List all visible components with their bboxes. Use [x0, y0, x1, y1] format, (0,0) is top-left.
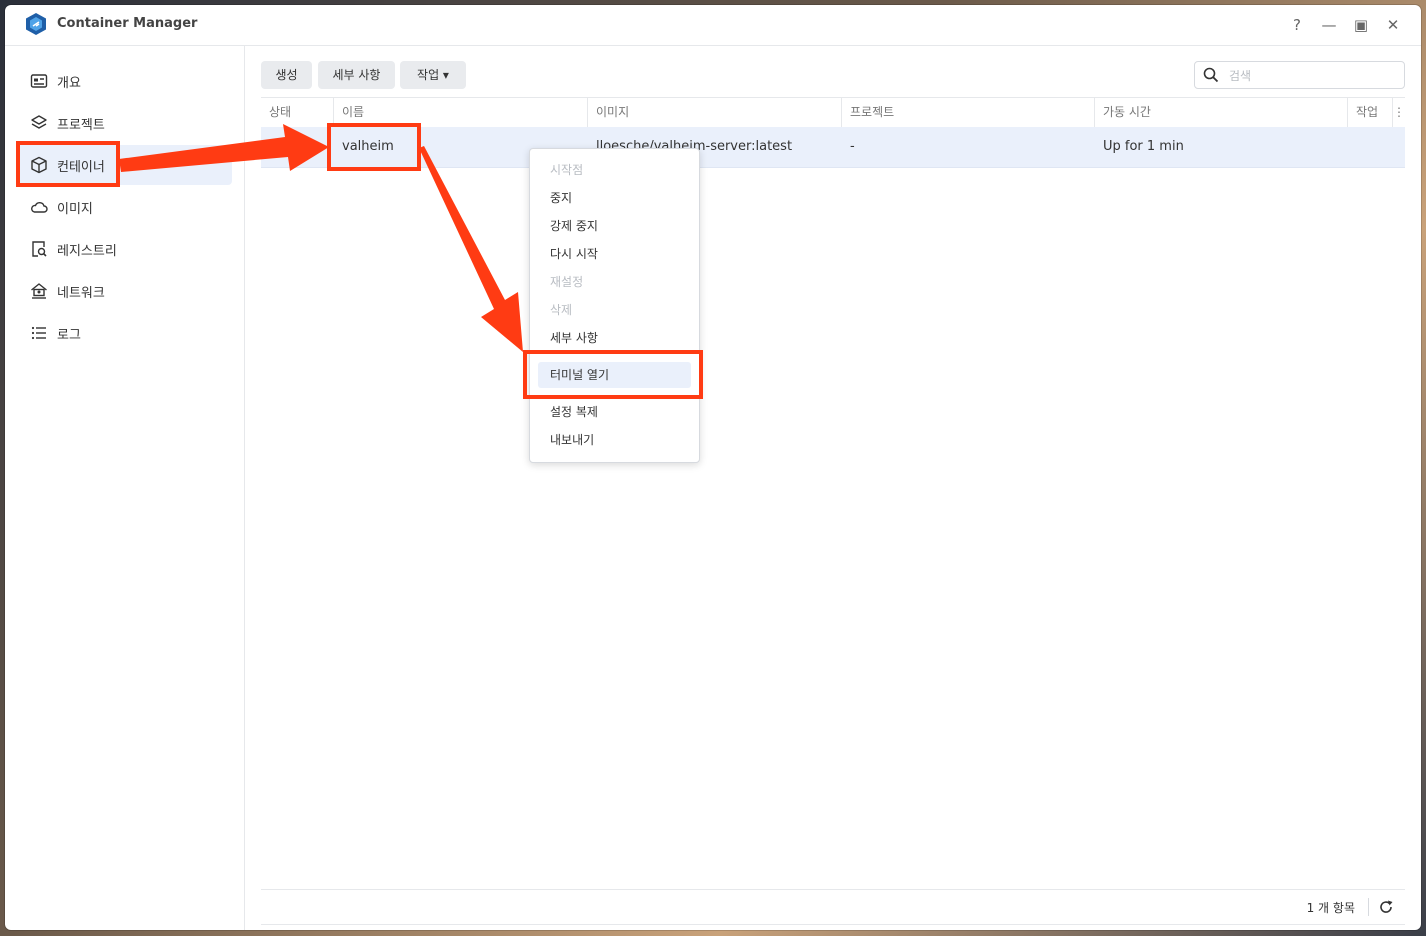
cloud-icon: [31, 202, 48, 213]
column-header-uptime[interactable]: 가동 시간: [1095, 98, 1348, 127]
sidebar-item-label: 이미지: [57, 202, 93, 217]
create-button[interactable]: 생성: [261, 61, 312, 89]
column-header-action[interactable]: 작업: [1348, 98, 1393, 127]
list-icon: [31, 326, 46, 340]
app-window: Container Manager ? — ▣ ✕ 개요 프로젝트 컨테이너 이…: [5, 5, 1421, 930]
item-count: 1 개 항목: [1306, 901, 1355, 915]
maximize-button[interactable]: ▣: [1350, 14, 1372, 36]
help-button[interactable]: ?: [1286, 14, 1308, 36]
search-input[interactable]: [1227, 66, 1401, 86]
sidebar-item-label: 로그: [57, 328, 81, 343]
table-header: 상태 이름 이미지 프로젝트 가동 시간 작업 ⋮: [261, 97, 1405, 128]
menu-item-export[interactable]: 내보내기: [538, 427, 691, 453]
menu-item-open-terminal[interactable]: 터미널 열기: [538, 362, 691, 388]
sidebar-item-registry[interactable]: 레지스트리: [17, 229, 232, 269]
column-header-name[interactable]: 이름: [334, 98, 588, 127]
sidebar-item-network[interactable]: 네트워크: [17, 271, 232, 311]
sidebar-item-label: 프로젝트: [57, 118, 105, 133]
cell-uptime: Up for 1 min: [1103, 139, 1184, 154]
search-icon: [1203, 67, 1219, 83]
sidebar-item-container[interactable]: 컨테이너: [17, 145, 232, 185]
action-dropdown-button[interactable]: 작업 ▾: [400, 61, 466, 89]
sidebar-item-label: 개요: [57, 76, 81, 91]
minimize-button[interactable]: —: [1318, 14, 1340, 36]
menu-item-details[interactable]: 세부 사항: [538, 325, 691, 351]
column-header-project[interactable]: 프로젝트: [842, 98, 1095, 127]
sidebar-item-label: 레지스트리: [57, 244, 117, 259]
context-menu: 시작점 중지 강제 중지 다시 시작 재설정 삭제 세부 사항 터미널 열기 설…: [529, 148, 700, 463]
menu-item-delete[interactable]: 삭제: [538, 297, 691, 323]
app-title: Container Manager: [57, 16, 198, 31]
footer-divider: [1368, 898, 1369, 916]
close-button[interactable]: ✕: [1382, 14, 1404, 36]
sidebar-item-log[interactable]: 로그: [17, 313, 232, 353]
container-manager-logo-icon: [26, 13, 46, 35]
sidebar-item-project[interactable]: 프로젝트: [17, 103, 232, 143]
cell-project: -: [850, 139, 855, 154]
refresh-icon[interactable]: [1377, 898, 1395, 916]
column-header-image[interactable]: 이미지: [588, 98, 842, 127]
sidebar-item-image[interactable]: 이미지: [17, 187, 232, 227]
column-header-status[interactable]: 상태: [261, 98, 334, 127]
registry-search-icon: [32, 241, 47, 257]
menu-item-duplicate-settings[interactable]: 설정 복제: [538, 399, 691, 425]
table-footer: 1 개 항목: [261, 889, 1405, 925]
sidebar: 개요 프로젝트 컨테이너 이미지 레지스트리 네트워크 로그: [5, 45, 245, 930]
menu-item-reset[interactable]: 재설정: [538, 269, 691, 295]
column-options-icon[interactable]: ⋮: [1393, 98, 1405, 127]
overview-icon: [30, 74, 48, 88]
menu-item-stop[interactable]: 중지: [538, 185, 691, 211]
layers-icon: [31, 115, 47, 129]
search-box[interactable]: [1194, 61, 1405, 89]
menu-item-start[interactable]: 시작점: [538, 157, 691, 183]
sidebar-item-overview[interactable]: 개요: [17, 61, 232, 101]
title-bar: Container Manager ? — ▣ ✕: [5, 5, 1421, 46]
network-house-icon: [31, 283, 47, 299]
cube-icon: [31, 156, 47, 174]
menu-item-force-stop[interactable]: 강제 중지: [538, 213, 691, 239]
table-row[interactable]: valheim lloesche/valheim-server:latest -…: [261, 127, 1405, 168]
sidebar-item-label: 컨테이너: [57, 160, 105, 175]
sidebar-item-label: 네트워크: [57, 286, 105, 301]
details-button[interactable]: 세부 사항: [318, 61, 395, 89]
menu-item-restart[interactable]: 다시 시작: [538, 241, 691, 267]
